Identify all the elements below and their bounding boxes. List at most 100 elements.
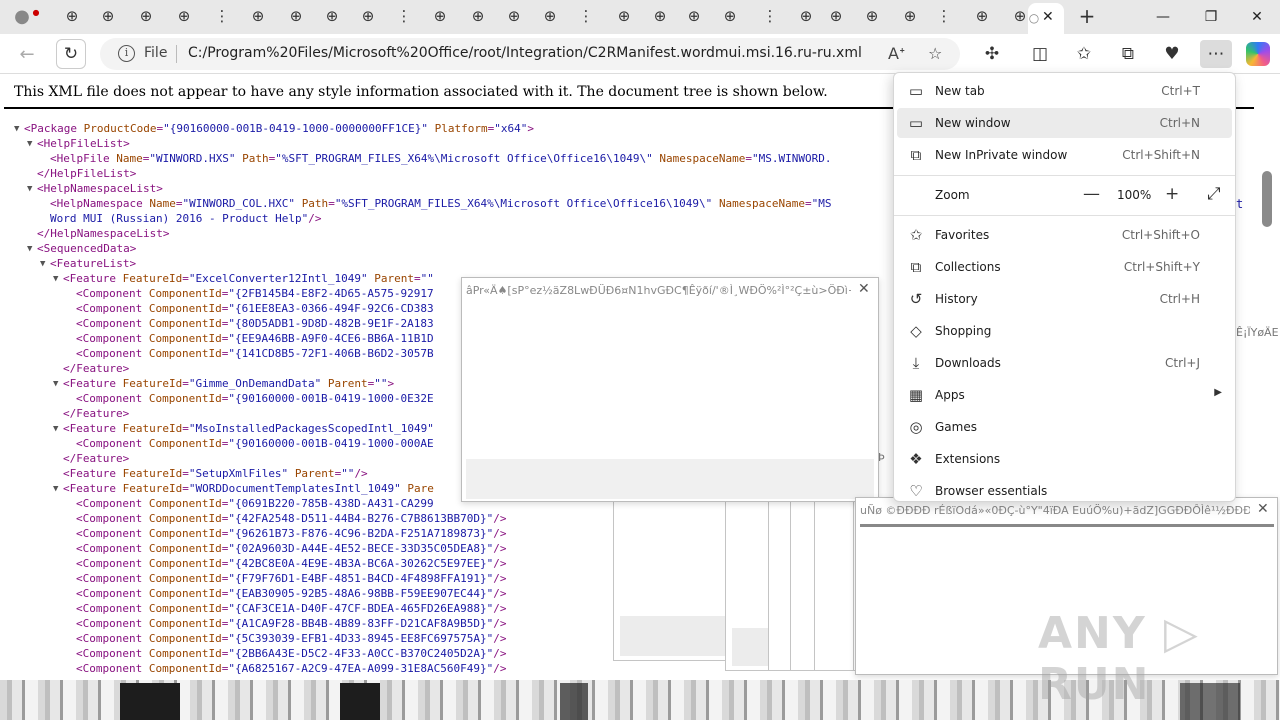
collapse-toggle-icon[interactable]: ▼ [27,137,32,152]
extensions-icon: ❖ [909,450,923,468]
collapse-toggle-icon[interactable]: ▼ [53,377,58,392]
url-text[interactable]: C:/Program%20Files/Microsoft%20Office/ro… [188,45,862,61]
tab-favicon-icon[interactable]: ⊕ [430,6,450,26]
xml-line-text: <FeatureList> [50,257,137,270]
collections-icon[interactable]: ⧉ [1116,42,1140,66]
tab-favicon-icon[interactable]: ⊕ [900,6,920,26]
collapse-toggle-icon[interactable]: ▼ [53,422,58,437]
copilot-icon[interactable] [1246,42,1270,66]
tab-favicon-icon[interactable]: ⊕ [358,6,378,26]
tab-favicon-icon[interactable]: ⊕ [796,6,816,26]
xml-line-text: <Component ComponentId="{EE9A46BB-A9F0-4… [76,332,434,345]
menu-item-new-inprivate-window[interactable]: ⧉ New InPrivate window Ctrl+Shift+N [897,140,1232,170]
favorites-icon[interactable]: ✩ [1072,42,1096,66]
tab-favicon-icon[interactable]: ⊕ [286,6,306,26]
minimize-button[interactable]: — [1140,0,1186,34]
xml-line-text: <Component ComponentId="{0691B220-785B-4… [76,497,434,510]
xml-line-text: <Component ComponentId="{02A9603D-A44E-4… [76,542,507,555]
tab-favicon-icon[interactable]: ⋮ [934,6,954,26]
address-bar[interactable]: i File C:/Program%20Files/Microsoft%20Of… [100,38,960,70]
xml-line-text: <Component ComponentId="{42FA2548-D511-4… [76,512,507,525]
restore-button[interactable]: ❐ [1188,0,1234,34]
collapse-toggle-icon[interactable]: ▼ [40,257,45,272]
reload-button[interactable]: ↻ [56,39,86,69]
tab-favicon-icon[interactable]: ⋮ [576,6,596,26]
settings-and-more-button[interactable]: ⋯ [1200,40,1232,68]
menu-item-collections[interactable]: ⧉ Collections Ctrl+Shift+Y [897,252,1232,282]
menu-item-shortcut: Ctrl+H [1159,292,1200,306]
menu-item-label: Shopping [935,324,992,338]
favorite-star-icon[interactable]: ☆ [928,44,942,63]
tab-close-icon[interactable]: ● [26,2,46,22]
extensions-icon[interactable]: ✣ [980,42,1004,66]
tab-favicon-icon[interactable]: ⊕ [248,6,268,26]
menu-item-label: Games [935,420,977,434]
split-screen-icon[interactable]: ◫ [1028,42,1052,66]
fullscreen-icon[interactable]: ⤢ [1207,184,1221,204]
tab-favicon-icon[interactable]: ⊕ [504,6,524,26]
tab-favicon-icon[interactable]: ⊕ [720,6,740,26]
tab-favicon-icon[interactable]: ⊕ [684,6,704,26]
tab-favicon-icon[interactable]: ⊕ [614,6,634,26]
close-window-button[interactable]: ✕ [1234,0,1280,34]
menu-item-new-tab[interactable]: ▭ New tab Ctrl+T [897,76,1232,106]
tab-favicon-icon[interactable]: ⋮ [760,6,780,26]
tab-favicon-icon[interactable]: ⊕ [468,6,488,26]
dialog-close-button[interactable]: ✕ [858,281,870,297]
xml-line-text: <Component ComponentId="{141CD8B5-72F1-4… [76,347,434,360]
xml-line-text: <Package ProductCode="{90160000-001B-041… [24,122,534,135]
xml-line-text: <Component ComponentId="{5C393039-EFB1-4… [76,632,507,645]
menu-item-label: New InPrivate window [935,148,1068,162]
xml-line-text: <SequencedData> [37,242,137,255]
page-scrollbar[interactable] [1262,171,1272,227]
tab-favicon-icon[interactable]: ⊕ [540,6,560,26]
tab-favicon-icon[interactable]: ⊕ [322,6,342,26]
dialog-close-button[interactable]: ✕ [1257,501,1269,517]
read-aloud-icon[interactable]: Aᐩ [888,44,905,63]
tab-favicon-icon[interactable]: ⊕ [862,6,882,26]
menu-item-games[interactable]: ◎ Games [897,412,1232,442]
zoom-out-button[interactable]: — [1083,184,1100,204]
xml-line-text: </Feature> [63,407,130,420]
menu-separator [894,215,1235,216]
side-fragment: Ê¡ÏYøÄE [1236,326,1279,339]
menu-item-history[interactable]: ↺ History Ctrl+H [897,284,1232,314]
tab-favicon-icon[interactable]: ⊕ [650,6,670,26]
new-window-icon: ▭ [908,114,924,132]
tab-favicon-icon[interactable]: ⊕ [98,6,118,26]
new-tab-icon: ▭ [908,82,924,100]
tab-favicon-icon[interactable]: ⊕ [136,6,156,26]
tab-favicon-icon[interactable]: ⊕ [62,6,82,26]
zoom-in-button[interactable]: + [1165,184,1179,204]
menu-item-apps[interactable]: ▦ Apps ▶ [897,380,1232,410]
xml-line-text: <Component ComponentId="{2BB6A43E-D5C2-4… [76,647,507,660]
menu-item-browser-essentials[interactable]: ♡ Browser essentials [897,476,1232,501]
xml-line-text: <Component ComponentId="{A6825167-A2C9-4… [76,662,507,675]
tab-favicon-icon[interactable]: ⊕ [174,6,194,26]
collapse-toggle-icon[interactable]: ▼ [53,482,58,497]
menu-item-favorites[interactable]: ✩ Favorites Ctrl+Shift+O [897,220,1232,250]
ghost-window [814,497,854,671]
collapse-toggle-icon[interactable]: ▼ [27,242,32,257]
performance-icon[interactable]: ♥ [1160,42,1184,66]
xml-line-text: <Component ComponentId="{EAB30905-92B5-4… [76,587,507,600]
collapse-toggle-icon[interactable]: ▼ [27,182,32,197]
collapse-toggle-icon[interactable]: ▼ [14,122,19,137]
tab-favicon-icon[interactable]: ⊕ [972,6,992,26]
tab-close-button[interactable]: ✕ [1042,9,1054,25]
menu-item-shopping[interactable]: ◇ Shopping [897,316,1232,346]
tab-favicon-icon[interactable]: ⊕ [826,6,846,26]
menu-item-new-window[interactable]: ▭ New window Ctrl+N [897,108,1232,138]
back-button[interactable]: ← [12,39,42,69]
collapse-toggle-icon[interactable]: ▼ [53,272,58,287]
new-tab-button[interactable]: + [1074,3,1100,29]
menu-item-downloads[interactable]: ⤓ Downloads Ctrl+J [897,348,1232,378]
active-tab[interactable]: ○ ✕ [1028,3,1064,34]
info-icon[interactable]: i [118,45,135,62]
menu-item-extensions[interactable]: ❖ Extensions [897,444,1232,474]
garbled-dialog[interactable]: âPr«Ä♠[sP°ez½äZ8LwÐÜÐ6¤N1hvGÐC¶Êÿðí/'®Ì¸… [461,277,879,502]
tab-favicon-icon[interactable]: ⋮ [394,6,414,26]
history-icon: ↺ [909,290,923,308]
tab-favicon-icon[interactable]: ⋮ [212,6,232,26]
collections-icon: ⧉ [910,258,922,276]
